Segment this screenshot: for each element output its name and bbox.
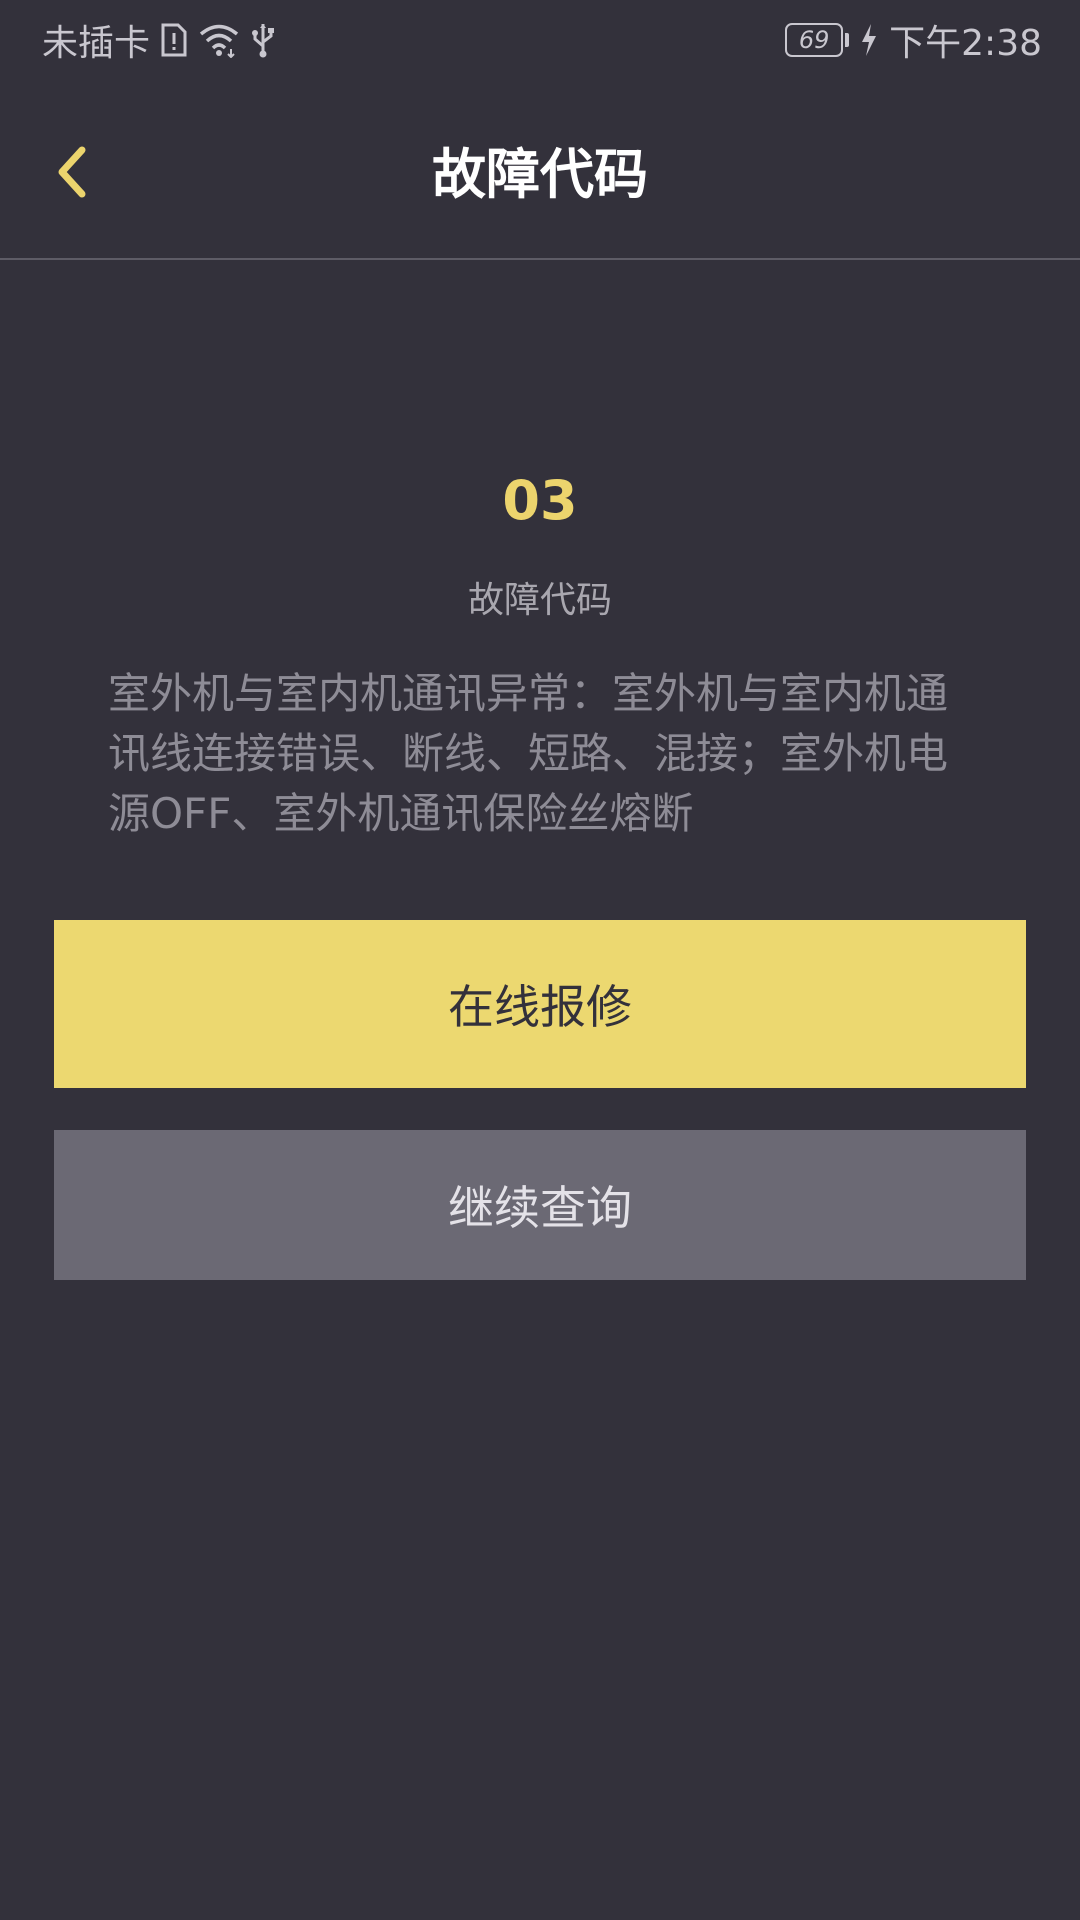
status-left: 未插卡 — [42, 14, 276, 66]
status-right: 69 下午2:38 — [785, 14, 1042, 66]
continue-query-button[interactable]: 继续查询 — [54, 1130, 1026, 1280]
sim-card-icon — [160, 22, 188, 58]
nav-bar: 故障代码 — [0, 76, 1080, 260]
continue-query-label: 继续查询 — [448, 1181, 632, 1235]
online-repair-button[interactable]: 在线报修 — [54, 920, 1026, 1088]
charging-bolt-icon — [859, 22, 879, 58]
status-bar: 未插卡 69 下午2:38 — [0, 0, 1080, 76]
wifi-icon — [198, 22, 240, 58]
fault-description: 室外机与室内机通讯异常：室外机与室内机通讯线连接错误、断线、短路、混接；室外机电… — [108, 669, 949, 838]
fault-code-label: 故障代码 — [467, 580, 612, 621]
page-title: 故障代码 — [432, 143, 648, 206]
carrier-text: 未插卡 — [42, 23, 151, 64]
online-repair-label: 在线报修 — [448, 980, 632, 1034]
fault-code: 03 — [502, 469, 578, 532]
battery-level: 69 — [785, 23, 844, 57]
clock-text: 下午2:38 — [889, 23, 1042, 64]
usb-icon — [250, 22, 276, 58]
battery-icon: 69 — [785, 23, 850, 57]
